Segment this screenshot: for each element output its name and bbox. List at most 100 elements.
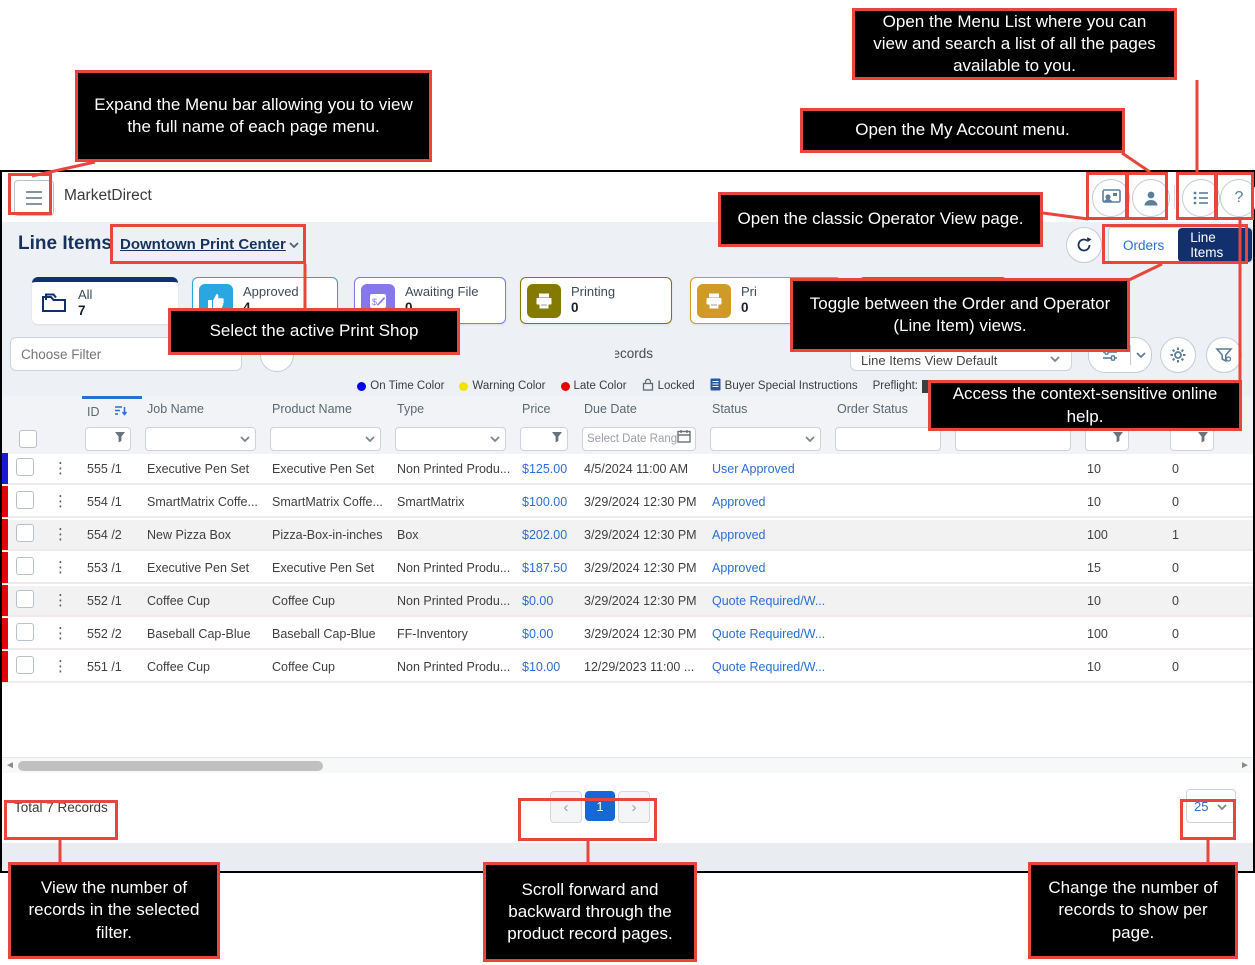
cell-price[interactable]: $0.00 (517, 594, 579, 608)
table-row[interactable]: ⋮552 /2Baseball Cap-BlueBaseball Cap-Blu… (2, 619, 1253, 650)
kebab-icon[interactable]: ⋮ (48, 494, 82, 509)
prev-page-button[interactable]: ‹ (550, 791, 582, 823)
kebab-icon[interactable]: ⋮ (48, 560, 82, 575)
scroll-right-icon[interactable]: ► (1240, 760, 1250, 771)
cell-due: 3/29/2024 12:30 PM (579, 495, 707, 509)
row-checkbox[interactable] (16, 491, 34, 509)
callout-a5: Toggle between the Order and Operator (L… (790, 278, 1130, 352)
row-checkbox[interactable] (16, 590, 34, 608)
cell-price[interactable]: $202.00 (517, 528, 579, 542)
printer-icon (697, 284, 731, 318)
scroll-left-icon[interactable]: ◄ (5, 760, 15, 771)
total-records-label: Total 7 Records (14, 800, 108, 815)
cell-price[interactable]: $100.00 (517, 495, 579, 509)
funnel-icon (1197, 430, 1209, 448)
table-row[interactable]: ⋮555 /1Executive Pen SetExecutive Pen Se… (2, 454, 1253, 485)
cell-job: Baseball Cap-Blue (142, 627, 267, 641)
column-header-job[interactable]: Job Name (142, 396, 267, 423)
row-checkbox[interactable] (16, 623, 34, 641)
row-checkbox[interactable] (16, 557, 34, 575)
kebab-icon[interactable]: ⋮ (48, 659, 82, 674)
appbar-divider (1174, 185, 1175, 209)
column-header-id[interactable]: ID (82, 396, 142, 423)
cell-status[interactable]: Approved (707, 528, 832, 542)
column-header-price[interactable]: Price (517, 396, 579, 423)
status-card-all[interactable]: All7 (32, 277, 178, 324)
filter-gear-icon[interactable] (1206, 337, 1242, 373)
filter-input-price[interactable] (520, 427, 568, 451)
column-header-product[interactable]: Product Name (267, 396, 392, 423)
filter-input-id[interactable] (85, 427, 131, 451)
cell-status[interactable]: Approved (707, 495, 832, 509)
menu-list-icon[interactable] (1182, 179, 1220, 217)
operator-view-icon[interactable] (1092, 179, 1130, 217)
cell-due: 3/29/2024 12:30 PM (579, 594, 707, 608)
table-row[interactable]: ⋮554 /1SmartMatrix Coffe...SmartMatrix C… (2, 487, 1253, 518)
status-card-printing[interactable]: Printing0 (520, 277, 672, 324)
callout-text: Open the My Account menu. (855, 119, 1070, 141)
callout-a10: Change the number of records to show per… (1028, 862, 1238, 959)
scrollbar-thumb[interactable] (18, 761, 323, 771)
table-row[interactable]: ⋮551 /1Coffee CupCoffee CupNon Printed P… (2, 652, 1253, 683)
help-icon[interactable]: ? (1220, 179, 1255, 217)
table-row[interactable]: ⋮552 /1Coffee CupCoffee CupNon Printed P… (2, 586, 1253, 617)
cell-files: 0 (1167, 627, 1249, 641)
cell-price[interactable]: $0.00 (517, 627, 579, 641)
kebab-icon[interactable]: ⋮ (48, 527, 82, 542)
callout-text: Select the active Print Shop (210, 320, 419, 342)
cell-status[interactable]: Quote Required/W... (707, 594, 832, 608)
card-label: Awaiting File (405, 285, 478, 300)
callout-text: Toggle between the Order and Operator (L… (803, 293, 1117, 337)
grid-footer: Total 7 Records ‹ 1 › 25 (2, 773, 1253, 843)
filter-date-range[interactable]: Select Date Rang (582, 427, 696, 451)
filter-cell-job (142, 423, 267, 454)
cell-price[interactable]: $125.00 (517, 462, 579, 476)
line-items-grid: IDJob NameProduct NameTypePriceDue DateS… (2, 396, 1253, 757)
cell-job: SmartMatrix Coffe... (142, 495, 267, 509)
filter-cell-type (392, 423, 517, 454)
user-icon[interactable] (1132, 179, 1170, 217)
kebab-icon[interactable]: ⋮ (48, 626, 82, 641)
column-header-due[interactable]: Due Date (579, 396, 707, 423)
table-row[interactable]: ⋮553 /1Executive Pen SetExecutive Pen Se… (2, 553, 1253, 584)
search-all-records-link[interactable]: Search All Records (615, 346, 653, 364)
cell-status[interactable]: Approved (707, 561, 832, 575)
page-size-select[interactable]: 25 (1186, 789, 1236, 823)
cell-status[interactable]: Quote Required/W... (707, 627, 832, 641)
column-header-type[interactable]: Type (392, 396, 517, 423)
row-checkbox[interactable] (16, 524, 34, 542)
filter-input-ostatus[interactable] (835, 427, 941, 451)
next-page-button[interactable]: › (618, 791, 650, 823)
kebab-icon[interactable]: ⋮ (48, 593, 82, 608)
refresh-icon[interactable] (1066, 227, 1102, 263)
row-checkbox[interactable] (16, 656, 34, 674)
print-shop-selector[interactable]: Downtown Print Center (120, 236, 300, 253)
toggle-orders[interactable]: Orders (1109, 228, 1178, 262)
pagination: ‹ 1 › (550, 791, 650, 823)
select-all-checkbox[interactable] (19, 430, 37, 448)
toggle-line-items[interactable]: Line Items (1178, 228, 1252, 262)
sort-icon[interactable] (114, 405, 128, 420)
table-row[interactable]: ⋮554 /2New Pizza BoxPizza-Box-in-inchesB… (2, 520, 1253, 551)
kebab-icon[interactable]: ⋮ (48, 461, 82, 476)
cell-price[interactable]: $187.50 (517, 561, 579, 575)
cell-id: 555 /1 (82, 462, 142, 476)
row-checkbox[interactable] (16, 458, 34, 476)
card-label: Pri (741, 285, 757, 300)
cell-status[interactable]: User Approved (707, 462, 832, 476)
column-header-status[interactable]: Status (707, 396, 832, 423)
chevron-down-icon (1131, 351, 1151, 359)
filter-select-status[interactable] (710, 427, 821, 451)
filter-select-type[interactable] (395, 427, 506, 451)
funnel-icon (551, 430, 563, 448)
cell-job: Coffee Cup (142, 660, 267, 674)
current-page-button[interactable]: 1 (585, 791, 615, 821)
filter-select-product[interactable] (270, 427, 381, 451)
filter-cell-dots (48, 423, 82, 454)
filter-select-job[interactable] (145, 427, 256, 451)
cell-status[interactable]: Quote Required/W... (707, 660, 832, 674)
menu-expand-icon[interactable] (14, 180, 54, 216)
gear-icon[interactable] (1160, 337, 1196, 373)
chevron-down-icon (239, 430, 251, 448)
cell-price[interactable]: $10.00 (517, 660, 579, 674)
